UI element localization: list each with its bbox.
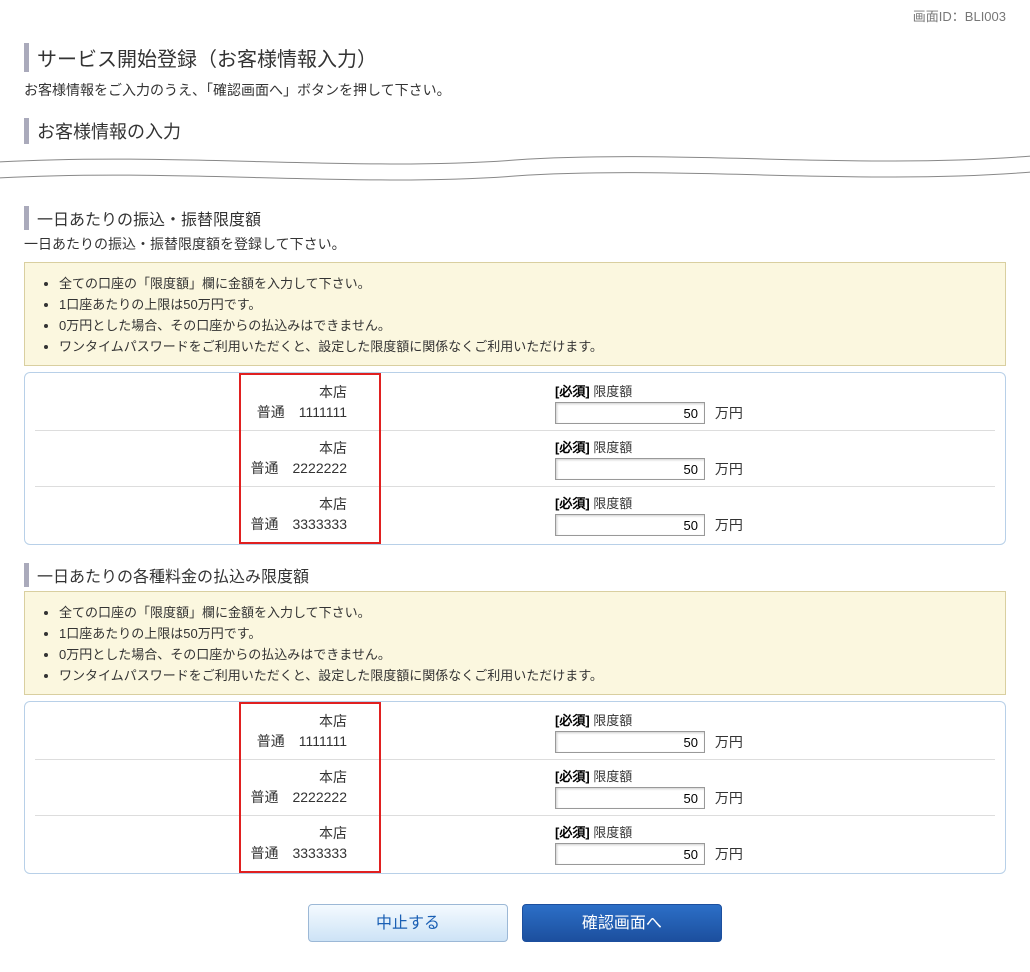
required-badge: [必須] xyxy=(555,496,590,511)
account-row: 本店 普通 2222222 [必須] 限度額 万円 xyxy=(35,760,995,816)
transfer-accounts-box: 本店 普通 1111111 [必須] 限度額 万円 本店 普通 2222222 xyxy=(24,372,1006,545)
limit-input[interactable] xyxy=(555,731,705,753)
limit-input[interactable] xyxy=(555,458,705,480)
screen-id: 画面ID：BLI003 xyxy=(0,0,1030,25)
confirm-button[interactable]: 確認画面へ xyxy=(522,904,722,942)
payment-accounts-box: 本店 普通 1111111 [必須] 限度額 万円 本店 普通 2222222 xyxy=(24,701,1006,874)
transfer-notice-box: 全ての口座の「限度額」欄に金額を入力して下さい。 1口座あたりの上限は50万円で… xyxy=(24,262,1006,366)
account-row: 本店 普通 1111111 [必須] 限度額 万円 xyxy=(35,704,995,760)
account-branch: 本店 xyxy=(35,712,347,732)
transfer-limit-title: 一日あたりの振込・振替限度額 xyxy=(24,206,1006,230)
account-branch: 本店 xyxy=(35,824,347,844)
limit-label: 限度額 xyxy=(593,713,632,728)
unit-label: 万円 xyxy=(715,517,743,533)
account-branch: 本店 xyxy=(35,495,347,515)
account-branch: 本店 xyxy=(35,439,347,459)
account-type-number: 普通 2222222 xyxy=(35,788,347,808)
notice-item: 0万円とした場合、その口座からの払込みはできません。 xyxy=(59,315,991,334)
required-badge: [必須] xyxy=(555,769,590,784)
notice-item: ワンタイムパスワードをご利用いただくと、設定した限度額に関係なくご利用いただけま… xyxy=(59,336,991,355)
transfer-limit-note: 一日あたりの振込・振替限度額を登録して下さい。 xyxy=(24,234,1006,254)
page-instruction: お客様情報をご入力のうえ、「確認画面へ」ボタンを押して下さい。 xyxy=(24,80,1006,100)
required-badge: [必須] xyxy=(555,825,590,840)
unit-label: 万円 xyxy=(715,790,743,806)
account-branch: 本店 xyxy=(35,383,347,403)
limit-label: 限度額 xyxy=(593,769,632,784)
limit-label: 限度額 xyxy=(593,825,632,840)
account-type-number: 普通 3333333 xyxy=(35,515,347,535)
notice-item: 全ての口座の「限度額」欄に金額を入力して下さい。 xyxy=(59,602,991,621)
customer-info-title: お客様情報の入力 xyxy=(24,118,1006,144)
unit-label: 万円 xyxy=(715,405,743,421)
page-title: サービス開始登録（お客様情報入力） xyxy=(24,43,1006,72)
unit-label: 万円 xyxy=(715,461,743,477)
account-branch: 本店 xyxy=(35,768,347,788)
unit-label: 万円 xyxy=(715,846,743,862)
notice-item: 全ての口座の「限度額」欄に金額を入力して下さい。 xyxy=(59,273,991,292)
notice-item: ワンタイムパスワードをご利用いただくと、設定した限度額に関係なくご利用いただけま… xyxy=(59,665,991,684)
limit-label: 限度額 xyxy=(593,496,632,511)
notice-item: 1口座あたりの上限は50万円です。 xyxy=(59,294,991,313)
payment-limit-title: 一日あたりの各種料金の払込み限度額 xyxy=(24,563,1006,587)
cancel-button[interactable]: 中止する xyxy=(308,904,508,942)
required-badge: [必須] xyxy=(555,713,590,728)
account-type-number: 普通 1111111 xyxy=(35,732,347,752)
unit-label: 万円 xyxy=(715,734,743,750)
limit-input[interactable] xyxy=(555,843,705,865)
account-type-number: 普通 2222222 xyxy=(35,459,347,479)
payment-notice-box: 全ての口座の「限度額」欄に金額を入力して下さい。 1口座あたりの上限は50万円で… xyxy=(24,591,1006,695)
account-row: 本店 普通 2222222 [必須] 限度額 万円 xyxy=(35,431,995,487)
limit-label: 限度額 xyxy=(593,440,632,455)
account-row: 本店 普通 1111111 [必須] 限度額 万円 xyxy=(35,375,995,431)
omitted-content-separator xyxy=(0,148,1030,188)
account-type-number: 普通 3333333 xyxy=(35,844,347,864)
limit-input[interactable] xyxy=(555,787,705,809)
limit-input[interactable] xyxy=(555,514,705,536)
button-row: 中止する 確認画面へ xyxy=(24,904,1006,942)
notice-item: 1口座あたりの上限は50万円です。 xyxy=(59,623,991,642)
notice-item: 0万円とした場合、その口座からの払込みはできません。 xyxy=(59,644,991,663)
required-badge: [必須] xyxy=(555,440,590,455)
limit-input[interactable] xyxy=(555,402,705,424)
account-type-number: 普通 1111111 xyxy=(35,403,347,423)
required-badge: [必須] xyxy=(555,384,590,399)
limit-label: 限度額 xyxy=(593,384,632,399)
account-row: 本店 普通 3333333 [必須] 限度額 万円 xyxy=(35,816,995,871)
account-row: 本店 普通 3333333 [必須] 限度額 万円 xyxy=(35,487,995,542)
